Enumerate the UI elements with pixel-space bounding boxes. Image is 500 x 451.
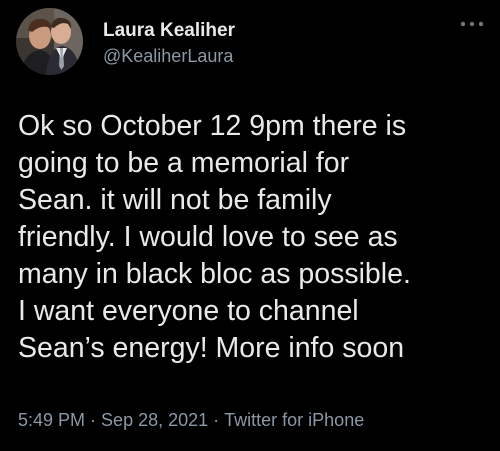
tweet-text-line: Sean. it will not be family xyxy=(18,184,332,216)
tweet-text-line: I want everyone to channel xyxy=(18,295,359,327)
tweet-source[interactable]: Twitter for iPhone xyxy=(224,410,364,430)
user-handle[interactable]: @KealiherLaura xyxy=(103,46,233,67)
more-dots-glyph xyxy=(460,21,484,27)
tweet-card: Laura Kealiher @KealiherLaura Ok so Octo… xyxy=(0,0,500,451)
display-name[interactable]: Laura Kealiher xyxy=(103,20,235,42)
meta-separator: · xyxy=(213,410,220,430)
tweet-date[interactable]: Sep 28, 2021 xyxy=(101,410,208,430)
tweet-text-line: Ok so October 12 9pm there is xyxy=(18,110,407,142)
tweet-text-line: going to be a memorial for xyxy=(18,147,350,179)
tweet-text: Ok so October 12 9pm there is going to b… xyxy=(18,108,488,367)
tweet-text-line: Sean’s energy! More info soon xyxy=(18,332,405,364)
tweet-text-line: friendly. I would love to see as xyxy=(18,221,398,253)
meta-separator: · xyxy=(90,410,97,430)
more-dots-icon[interactable] xyxy=(458,14,486,34)
tweet-time[interactable]: 5:49 PM xyxy=(18,410,85,430)
tweet-meta: 5:49 PM · Sep 28, 2021 · Twitter for iPhone xyxy=(18,410,364,431)
profile-photo-icon xyxy=(16,8,83,75)
avatar[interactable] xyxy=(16,8,83,75)
tweet-text-line: many in black bloc as possible. xyxy=(18,258,411,290)
